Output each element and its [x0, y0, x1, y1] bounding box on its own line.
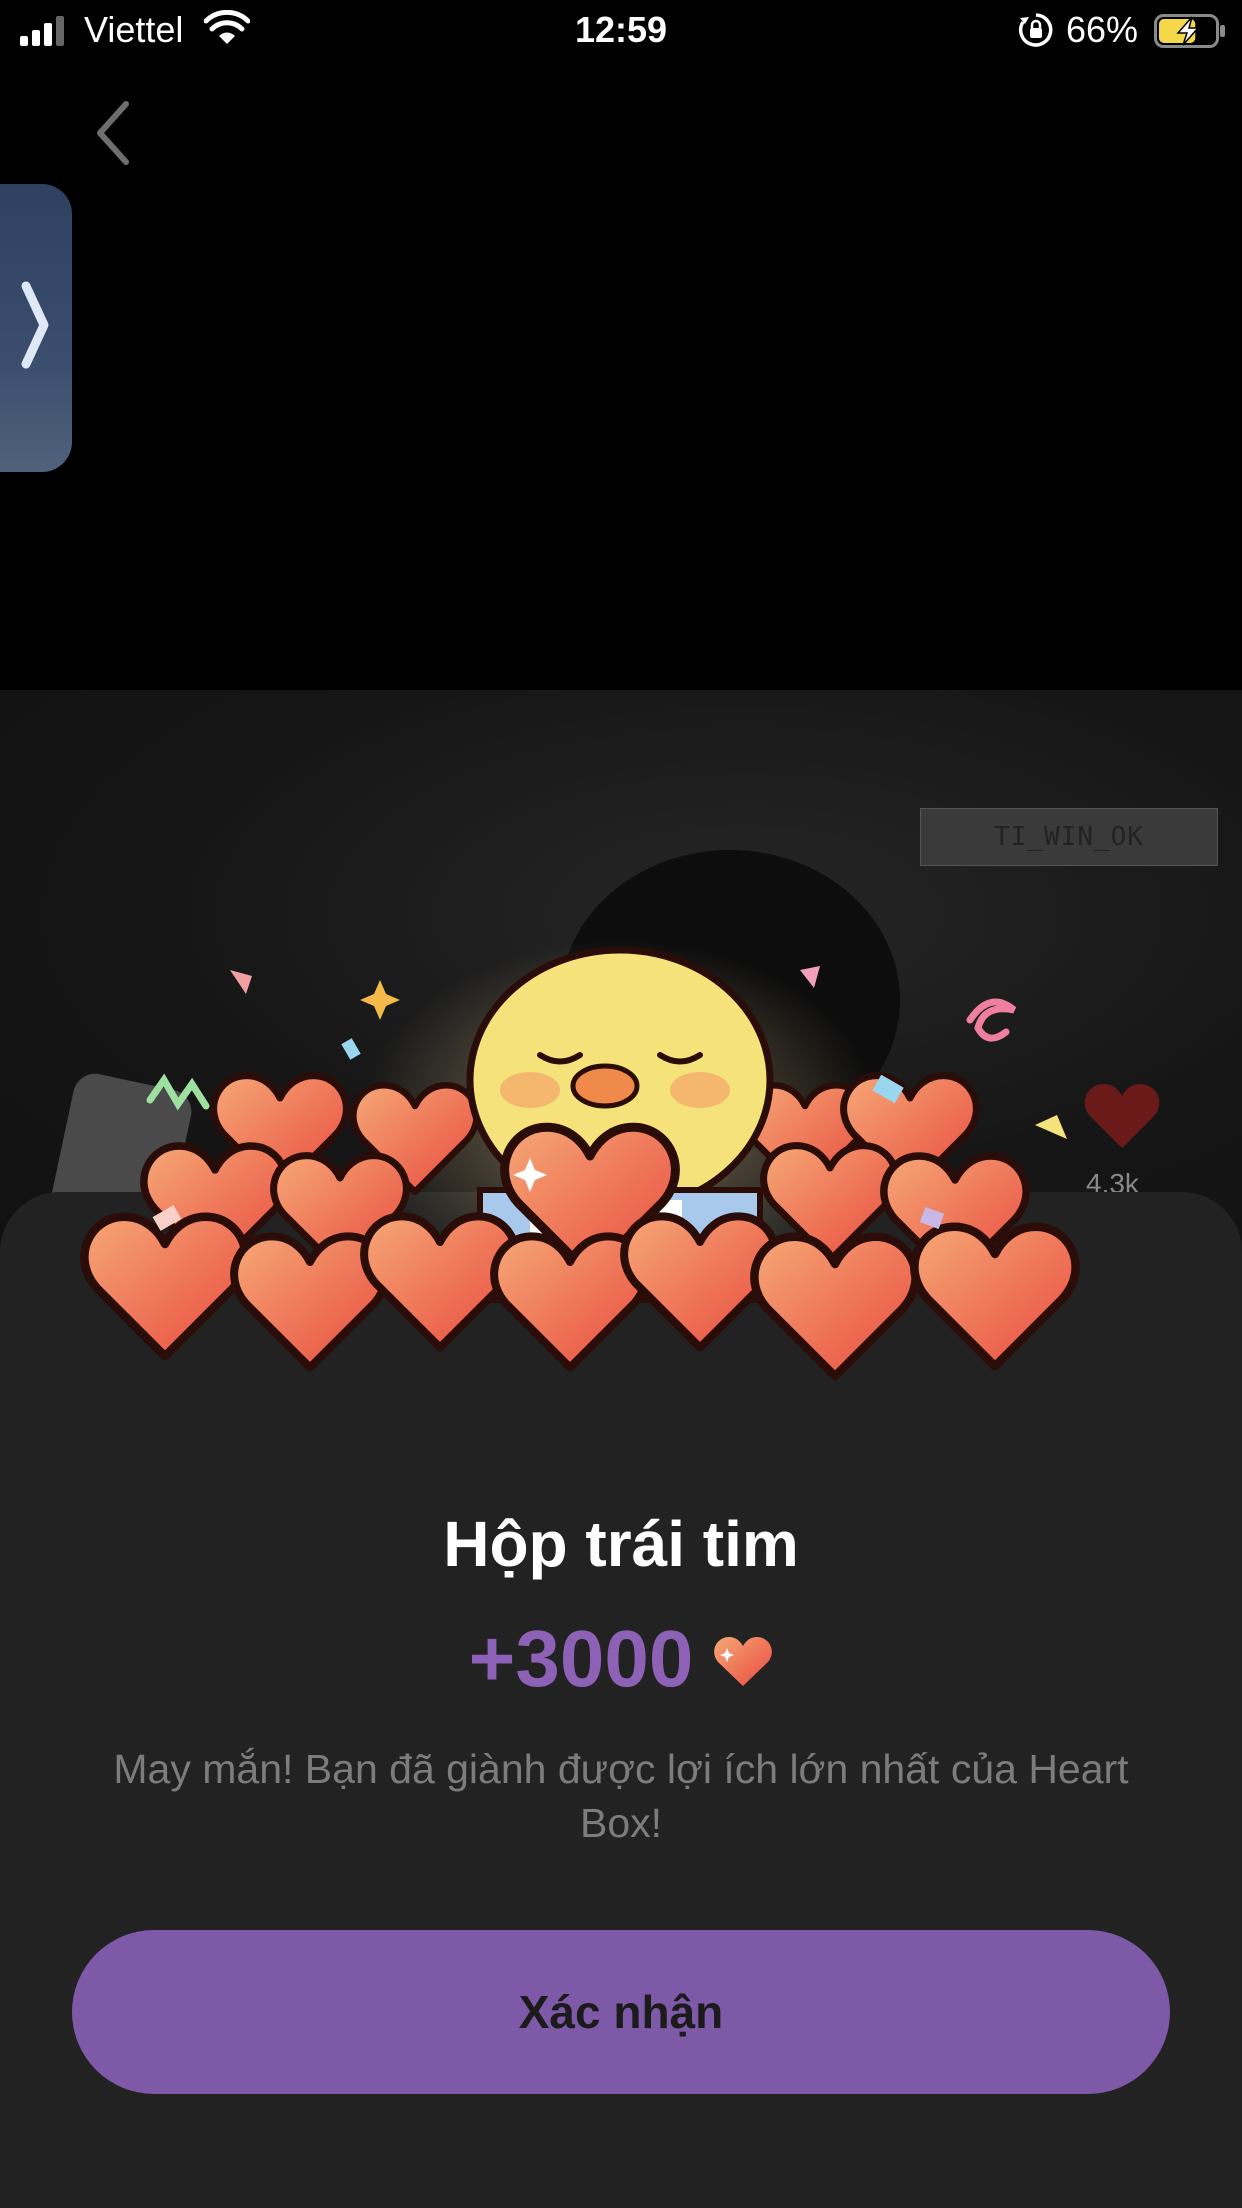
username-badge: TI_WIN_OK	[920, 808, 1218, 866]
clock: 12:59	[574, 9, 668, 50]
chevron-right-icon	[21, 281, 49, 369]
back-chevron-icon	[97, 101, 129, 165]
confirm-button[interactable]: Xác nhận	[72, 1930, 1170, 2094]
dialog-title: Hộp trái tim	[443, 1508, 799, 1580]
heart-icon	[714, 1637, 773, 1686]
battery-charging-icon	[1154, 14, 1225, 48]
heart-box-illustration	[60, 940, 1180, 1440]
back-button[interactable]	[88, 98, 138, 168]
reward-row: +3000	[0, 1614, 1242, 1704]
dialog-description: May mắn! Bạn đã giành được lợi ích lớn n…	[113, 1746, 1129, 1846]
orientation-lock-icon	[1018, 13, 1053, 47]
battery-percent: 66%	[1066, 9, 1139, 50]
status-bar: Viettel 12:59 66%	[0, 0, 1242, 64]
reward-amount: +3000	[468, 1614, 694, 1703]
side-panel-tab[interactable]	[0, 184, 72, 472]
